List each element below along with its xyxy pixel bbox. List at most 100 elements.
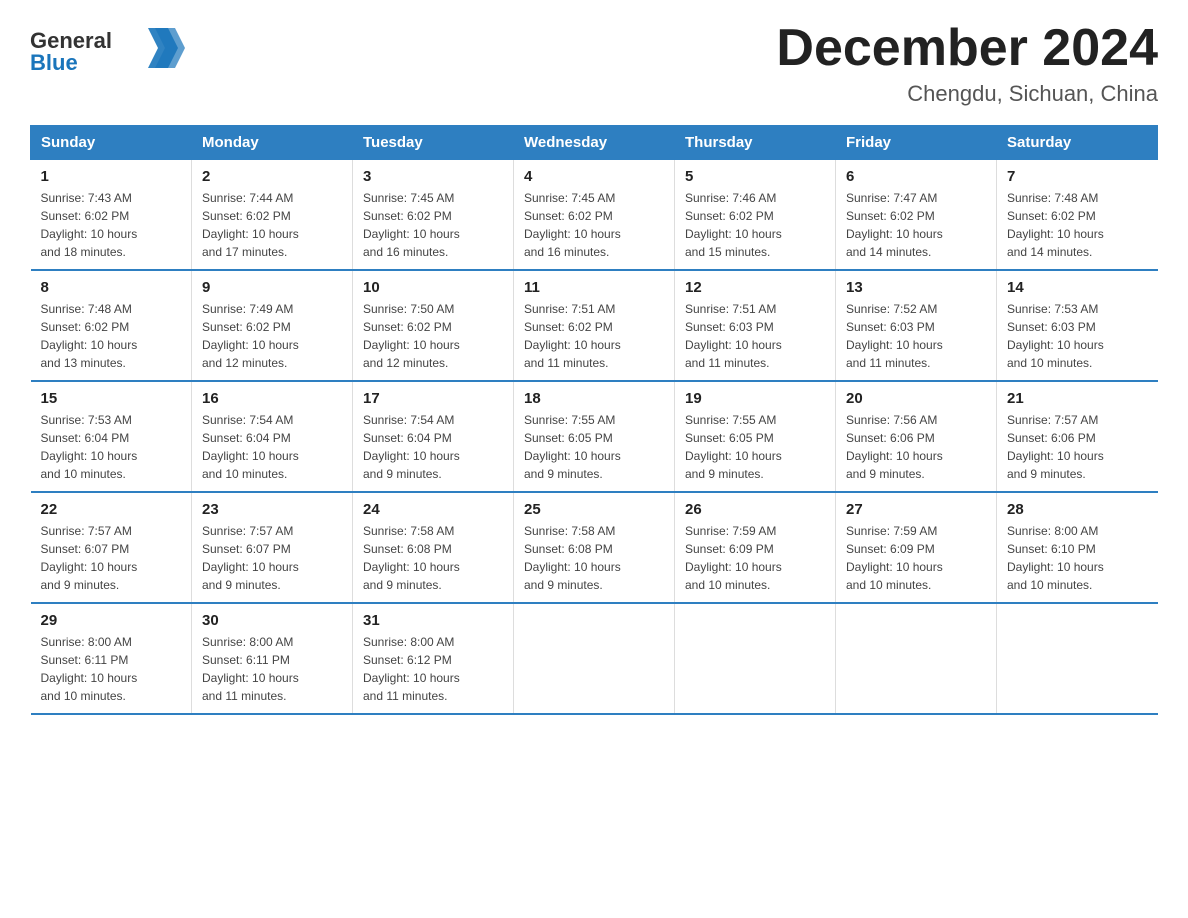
calendar-title: December 2024 <box>776 20 1158 77</box>
day-info: Sunrise: 7:46 AMSunset: 6:02 PMDaylight:… <box>685 189 825 261</box>
table-row <box>997 603 1158 714</box>
calendar-week-row: 8 Sunrise: 7:48 AMSunset: 6:02 PMDayligh… <box>31 270 1158 381</box>
table-row: 29 Sunrise: 8:00 AMSunset: 6:11 PMDaylig… <box>31 603 192 714</box>
day-number: 15 <box>41 390 182 407</box>
day-number: 24 <box>363 501 503 518</box>
day-info: Sunrise: 7:56 AMSunset: 6:06 PMDaylight:… <box>846 411 986 483</box>
calendar-week-row: 29 Sunrise: 8:00 AMSunset: 6:11 PMDaylig… <box>31 603 1158 714</box>
logo: General Blue <box>30 20 190 80</box>
day-number: 7 <box>1007 168 1148 185</box>
page-header: General Blue December 2024 Chengdu, Sich… <box>30 20 1158 107</box>
header-wednesday: Wednesday <box>514 126 675 160</box>
table-row: 12 Sunrise: 7:51 AMSunset: 6:03 PMDaylig… <box>675 270 836 381</box>
day-info: Sunrise: 7:50 AMSunset: 6:02 PMDaylight:… <box>363 300 503 372</box>
day-info: Sunrise: 7:47 AMSunset: 6:02 PMDaylight:… <box>846 189 986 261</box>
calendar-week-row: 1 Sunrise: 7:43 AMSunset: 6:02 PMDayligh… <box>31 160 1158 271</box>
table-row <box>675 603 836 714</box>
day-info: Sunrise: 8:00 AMSunset: 6:12 PMDaylight:… <box>363 633 503 705</box>
day-info: Sunrise: 8:00 AMSunset: 6:11 PMDaylight:… <box>41 633 182 705</box>
table-row: 3 Sunrise: 7:45 AMSunset: 6:02 PMDayligh… <box>353 160 514 271</box>
day-number: 9 <box>202 279 342 296</box>
day-number: 21 <box>1007 390 1148 407</box>
day-info: Sunrise: 8:00 AMSunset: 6:10 PMDaylight:… <box>1007 522 1148 594</box>
table-row: 14 Sunrise: 7:53 AMSunset: 6:03 PMDaylig… <box>997 270 1158 381</box>
table-row: 31 Sunrise: 8:00 AMSunset: 6:12 PMDaylig… <box>353 603 514 714</box>
table-row: 8 Sunrise: 7:48 AMSunset: 6:02 PMDayligh… <box>31 270 192 381</box>
calendar-table: Sunday Monday Tuesday Wednesday Thursday… <box>30 125 1158 715</box>
day-info: Sunrise: 7:51 AMSunset: 6:03 PMDaylight:… <box>685 300 825 372</box>
table-row: 18 Sunrise: 7:55 AMSunset: 6:05 PMDaylig… <box>514 381 675 492</box>
table-row <box>514 603 675 714</box>
table-row: 16 Sunrise: 7:54 AMSunset: 6:04 PMDaylig… <box>192 381 353 492</box>
day-number: 3 <box>363 168 503 185</box>
day-number: 6 <box>846 168 986 185</box>
table-row: 21 Sunrise: 7:57 AMSunset: 6:06 PMDaylig… <box>997 381 1158 492</box>
day-number: 20 <box>846 390 986 407</box>
day-info: Sunrise: 7:48 AMSunset: 6:02 PMDaylight:… <box>1007 189 1148 261</box>
table-row: 6 Sunrise: 7:47 AMSunset: 6:02 PMDayligh… <box>836 160 997 271</box>
day-number: 31 <box>363 612 503 629</box>
day-info: Sunrise: 7:53 AMSunset: 6:04 PMDaylight:… <box>41 411 182 483</box>
day-number: 4 <box>524 168 664 185</box>
table-row: 20 Sunrise: 7:56 AMSunset: 6:06 PMDaylig… <box>836 381 997 492</box>
table-row: 13 Sunrise: 7:52 AMSunset: 6:03 PMDaylig… <box>836 270 997 381</box>
day-number: 8 <box>41 279 182 296</box>
table-row: 23 Sunrise: 7:57 AMSunset: 6:07 PMDaylig… <box>192 492 353 603</box>
day-info: Sunrise: 7:58 AMSunset: 6:08 PMDaylight:… <box>363 522 503 594</box>
header-saturday: Saturday <box>997 126 1158 160</box>
table-row: 27 Sunrise: 7:59 AMSunset: 6:09 PMDaylig… <box>836 492 997 603</box>
day-info: Sunrise: 7:55 AMSunset: 6:05 PMDaylight:… <box>524 411 664 483</box>
day-info: Sunrise: 7:44 AMSunset: 6:02 PMDaylight:… <box>202 189 342 261</box>
day-number: 2 <box>202 168 342 185</box>
day-number: 23 <box>202 501 342 518</box>
calendar-week-row: 15 Sunrise: 7:53 AMSunset: 6:04 PMDaylig… <box>31 381 1158 492</box>
header-thursday: Thursday <box>675 126 836 160</box>
day-number: 18 <box>524 390 664 407</box>
day-number: 10 <box>363 279 503 296</box>
day-info: Sunrise: 7:58 AMSunset: 6:08 PMDaylight:… <box>524 522 664 594</box>
day-number: 19 <box>685 390 825 407</box>
table-row: 19 Sunrise: 7:55 AMSunset: 6:05 PMDaylig… <box>675 381 836 492</box>
day-number: 13 <box>846 279 986 296</box>
day-info: Sunrise: 7:49 AMSunset: 6:02 PMDaylight:… <box>202 300 342 372</box>
day-info: Sunrise: 7:54 AMSunset: 6:04 PMDaylight:… <box>202 411 342 483</box>
table-row: 24 Sunrise: 7:58 AMSunset: 6:08 PMDaylig… <box>353 492 514 603</box>
header-friday: Friday <box>836 126 997 160</box>
day-info: Sunrise: 7:52 AMSunset: 6:03 PMDaylight:… <box>846 300 986 372</box>
logo-text: General Blue <box>30 20 190 80</box>
table-row: 4 Sunrise: 7:45 AMSunset: 6:02 PMDayligh… <box>514 160 675 271</box>
table-row: 2 Sunrise: 7:44 AMSunset: 6:02 PMDayligh… <box>192 160 353 271</box>
day-info: Sunrise: 7:54 AMSunset: 6:04 PMDaylight:… <box>363 411 503 483</box>
calendar-week-row: 22 Sunrise: 7:57 AMSunset: 6:07 PMDaylig… <box>31 492 1158 603</box>
day-number: 17 <box>363 390 503 407</box>
day-number: 11 <box>524 279 664 296</box>
day-info: Sunrise: 7:48 AMSunset: 6:02 PMDaylight:… <box>41 300 182 372</box>
day-number: 27 <box>846 501 986 518</box>
table-row: 26 Sunrise: 7:59 AMSunset: 6:09 PMDaylig… <box>675 492 836 603</box>
day-number: 25 <box>524 501 664 518</box>
day-number: 28 <box>1007 501 1148 518</box>
table-row: 7 Sunrise: 7:48 AMSunset: 6:02 PMDayligh… <box>997 160 1158 271</box>
table-row: 1 Sunrise: 7:43 AMSunset: 6:02 PMDayligh… <box>31 160 192 271</box>
day-number: 30 <box>202 612 342 629</box>
table-row: 15 Sunrise: 7:53 AMSunset: 6:04 PMDaylig… <box>31 381 192 492</box>
title-block: December 2024 Chengdu, Sichuan, China <box>776 20 1158 107</box>
day-number: 16 <box>202 390 342 407</box>
day-info: Sunrise: 7:59 AMSunset: 6:09 PMDaylight:… <box>685 522 825 594</box>
day-info: Sunrise: 7:53 AMSunset: 6:03 PMDaylight:… <box>1007 300 1148 372</box>
day-number: 5 <box>685 168 825 185</box>
header-sunday: Sunday <box>31 126 192 160</box>
day-info: Sunrise: 7:51 AMSunset: 6:02 PMDaylight:… <box>524 300 664 372</box>
header-tuesday: Tuesday <box>353 126 514 160</box>
day-info: Sunrise: 7:43 AMSunset: 6:02 PMDaylight:… <box>41 189 182 261</box>
day-info: Sunrise: 7:45 AMSunset: 6:02 PMDaylight:… <box>524 189 664 261</box>
day-info: Sunrise: 7:59 AMSunset: 6:09 PMDaylight:… <box>846 522 986 594</box>
day-info: Sunrise: 8:00 AMSunset: 6:11 PMDaylight:… <box>202 633 342 705</box>
calendar-subtitle: Chengdu, Sichuan, China <box>776 81 1158 107</box>
table-row: 9 Sunrise: 7:49 AMSunset: 6:02 PMDayligh… <box>192 270 353 381</box>
day-number: 14 <box>1007 279 1148 296</box>
table-row: 22 Sunrise: 7:57 AMSunset: 6:07 PMDaylig… <box>31 492 192 603</box>
day-info: Sunrise: 7:57 AMSunset: 6:07 PMDaylight:… <box>41 522 182 594</box>
calendar-header-row: Sunday Monday Tuesday Wednesday Thursday… <box>31 126 1158 160</box>
day-number: 1 <box>41 168 182 185</box>
